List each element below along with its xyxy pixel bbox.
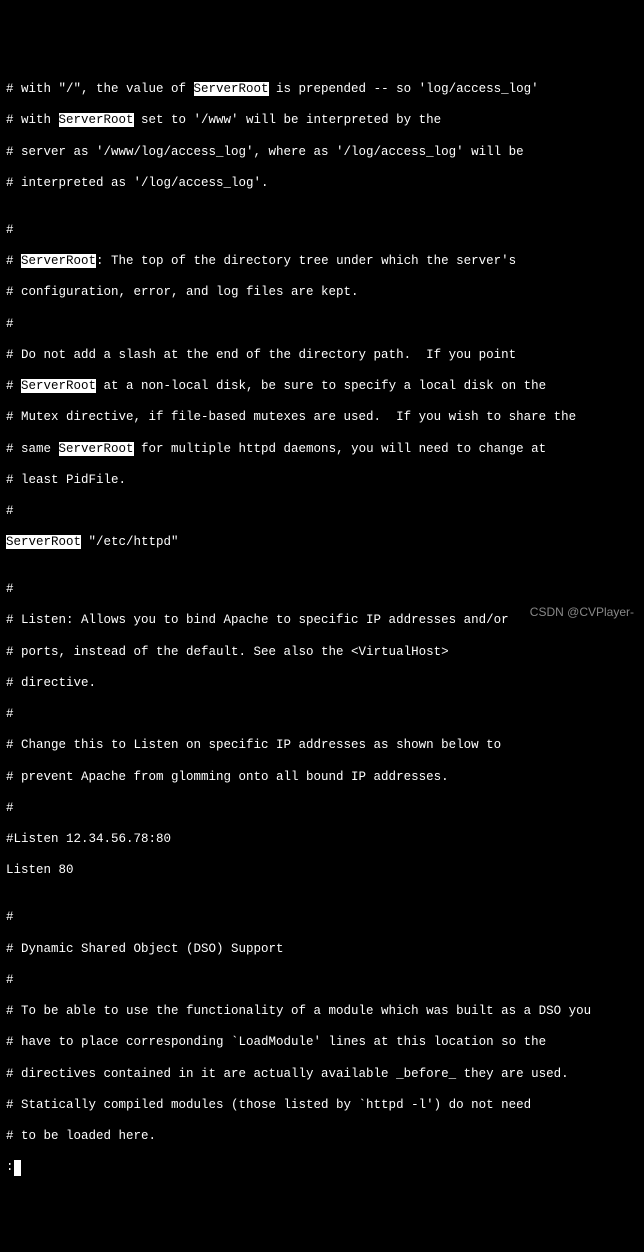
highlight-serverroot: ServerRoot — [59, 113, 134, 127]
config-line: # ports, instead of the default. See als… — [6, 645, 638, 661]
config-line: # Change this to Listen on specific IP a… — [6, 738, 638, 754]
config-line: # — [6, 801, 638, 817]
config-line: # ServerRoot at a non-local disk, be sur… — [6, 379, 638, 395]
config-line: # directive. — [6, 676, 638, 692]
highlight-serverroot: ServerRoot — [6, 535, 81, 549]
config-line: Listen 80 — [6, 863, 638, 879]
config-line: # with ServerRoot set to '/www' will be … — [6, 113, 638, 129]
config-line: # — [6, 317, 638, 333]
terminal-viewport[interactable]: # with "/", the value of ServerRoot is p… — [6, 67, 638, 1192]
config-line: # least PidFile. — [6, 473, 638, 489]
watermark-text: CSDN @CVPlayer- — [530, 605, 634, 620]
config-line: # have to place corresponding `LoadModul… — [6, 1035, 638, 1051]
highlight-serverroot: ServerRoot — [21, 254, 96, 268]
config-line: # with "/", the value of ServerRoot is p… — [6, 82, 638, 98]
config-line: # — [6, 582, 638, 598]
config-line: # — [6, 707, 638, 723]
config-line: # To be able to use the functionality of… — [6, 1004, 638, 1020]
config-line: # server as '/www/log/access_log', where… — [6, 145, 638, 161]
config-line: # — [6, 973, 638, 989]
highlight-serverroot: ServerRoot — [59, 442, 134, 456]
config-line: #Listen 12.34.56.78:80 — [6, 832, 638, 848]
config-line: # Do not add a slash at the end of the d… — [6, 348, 638, 364]
config-line: # Mutex directive, if file-based mutexes… — [6, 410, 638, 426]
config-line: # — [6, 504, 638, 520]
config-line: # same ServerRoot for multiple httpd dae… — [6, 442, 638, 458]
pager-prompt[interactable]: : — [6, 1160, 638, 1176]
config-line: # prevent Apache from glomming onto all … — [6, 770, 638, 786]
config-line: # — [6, 910, 638, 926]
highlight-serverroot: ServerRoot — [21, 379, 96, 393]
config-line: # to be loaded here. — [6, 1129, 638, 1145]
config-line: # interpreted as '/log/access_log'. — [6, 176, 638, 192]
config-line: # Statically compiled modules (those lis… — [6, 1098, 638, 1114]
config-line: # directives contained in it are actuall… — [6, 1067, 638, 1083]
cursor-icon — [14, 1160, 21, 1176]
highlight-serverroot: ServerRoot — [194, 82, 269, 96]
config-line: # — [6, 223, 638, 239]
config-line: # configuration, error, and log files ar… — [6, 285, 638, 301]
config-line: # ServerRoot: The top of the directory t… — [6, 254, 638, 270]
config-line: ServerRoot "/etc/httpd" — [6, 535, 638, 551]
config-line: # Dynamic Shared Object (DSO) Support — [6, 942, 638, 958]
